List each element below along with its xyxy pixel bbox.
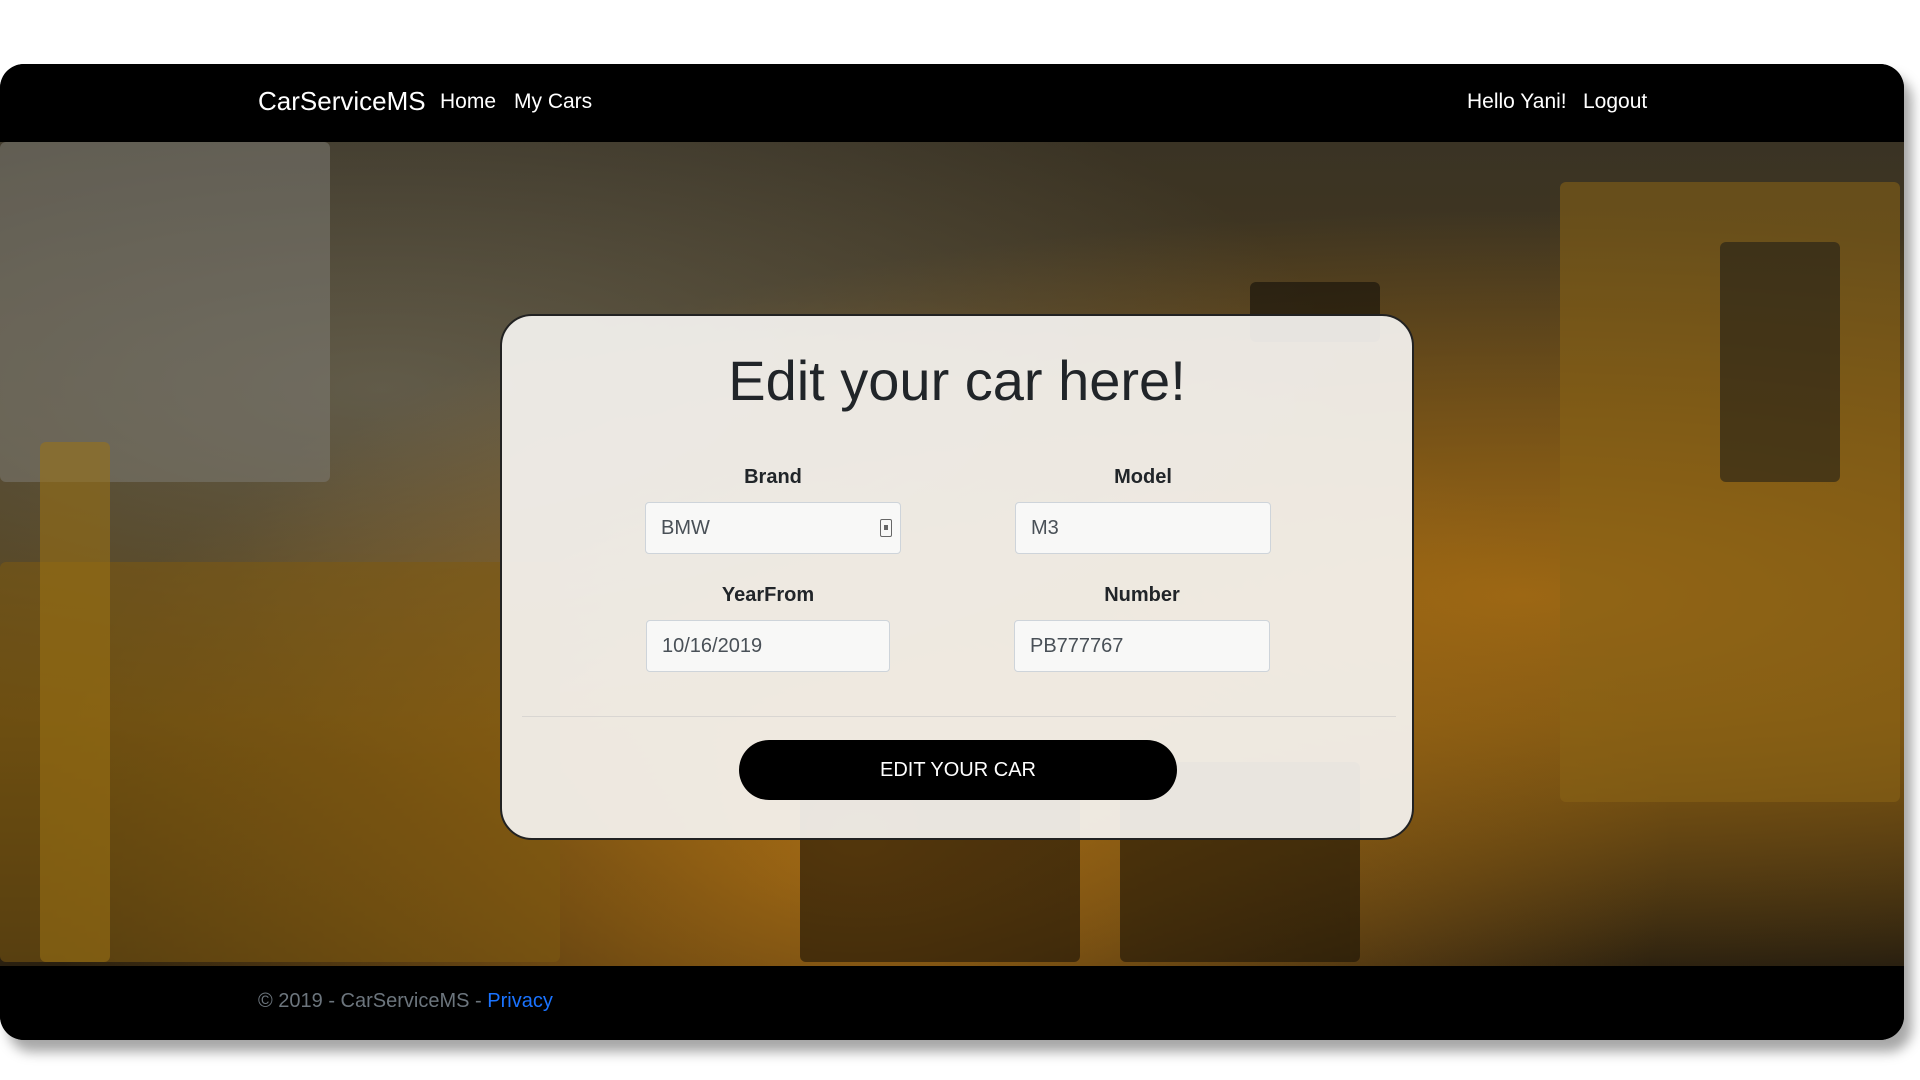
background-shape bbox=[1720, 242, 1840, 482]
browser-page: CarServiceMS Home My Cars Hello Yani! Lo… bbox=[0, 64, 1904, 1040]
footer: © 2019 - CarServiceMS - Privacy bbox=[0, 966, 1904, 1040]
number-input[interactable]: PB777767 bbox=[1014, 620, 1270, 672]
nav-my-cars-link[interactable]: My Cars bbox=[514, 90, 592, 114]
brand-input-value: BMW bbox=[661, 517, 710, 539]
brand-label: Brand bbox=[744, 466, 802, 488]
background-shape bbox=[40, 442, 110, 962]
footer-text: © 2019 - CarServiceMS - Privacy bbox=[258, 990, 553, 1013]
autofill-contact-icon[interactable] bbox=[880, 519, 892, 537]
privacy-link[interactable]: Privacy bbox=[487, 990, 553, 1012]
brand-link[interactable]: CarServiceMS bbox=[258, 86, 426, 117]
navbar: CarServiceMS Home My Cars Hello Yani! Lo… bbox=[0, 64, 1904, 142]
user-greeting-link[interactable]: Hello Yani! bbox=[1467, 90, 1567, 114]
year-from-input[interactable]: 10/16/2019 bbox=[646, 620, 890, 672]
year-from-label: YearFrom bbox=[721, 584, 815, 606]
edit-car-submit-button[interactable]: EDIT YOUR CAR bbox=[739, 740, 1177, 800]
form-divider bbox=[522, 716, 1396, 717]
form-title: Edit your car here! bbox=[728, 349, 1186, 412]
background-shape bbox=[0, 142, 330, 482]
model-label: Model bbox=[1114, 466, 1172, 488]
model-input-value: M3 bbox=[1031, 517, 1059, 539]
brand-input[interactable]: BMW bbox=[645, 502, 901, 554]
background-image: Edit your car here! Brand BMW Model M3 Y… bbox=[0, 142, 1904, 966]
edit-car-form-card: Edit your car here! Brand BMW Model M3 Y… bbox=[500, 314, 1414, 840]
model-input[interactable]: M3 bbox=[1015, 502, 1271, 554]
year-from-input-value: 10/16/2019 bbox=[662, 635, 763, 657]
logout-link[interactable]: Logout bbox=[1583, 90, 1647, 114]
number-label: Number bbox=[1104, 584, 1180, 606]
copyright-text: © 2019 - CarServiceMS - bbox=[258, 990, 488, 1012]
nav-home-link[interactable]: Home bbox=[440, 90, 496, 114]
number-input-value: PB777767 bbox=[1030, 635, 1124, 657]
